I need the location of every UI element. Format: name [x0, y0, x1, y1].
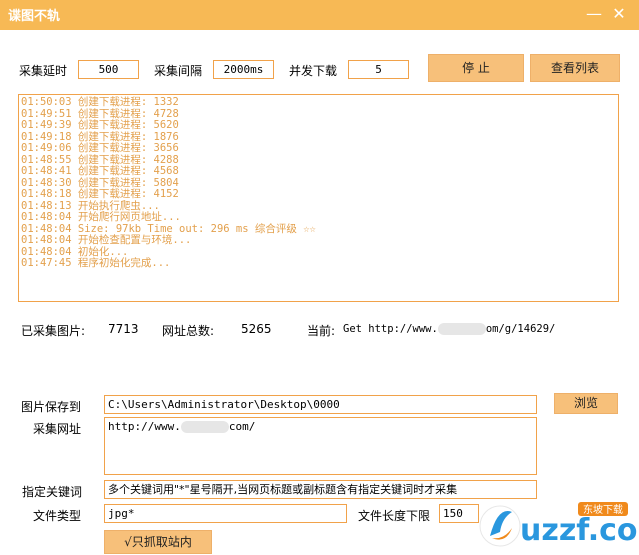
delay-input[interactable]: 500	[78, 60, 139, 79]
logo-badge-text: 东坡下载	[583, 503, 623, 516]
delay-label: 采集延时	[19, 64, 68, 78]
keyword-input[interactable]: 多个关键词用"*"星号隔开,当网页标题或副标题含有指定关键词时才采集	[104, 480, 537, 499]
filelen-label: 文件长度下限	[358, 509, 431, 523]
minimize-button[interactable]: —	[582, 3, 606, 25]
filetype-label: 文件类型	[33, 509, 82, 523]
browse-button[interactable]: 浏览	[554, 393, 618, 414]
filetype-input[interactable]: jpg*	[104, 504, 347, 523]
log-line: 01:48:41 创建下载进程: 4568	[21, 165, 179, 177]
url-total-label: 网址总数:	[162, 324, 215, 338]
url-textarea[interactable]: http://www. com/	[104, 417, 537, 475]
log-line: 01:47:45 程序初始化完成...	[21, 257, 171, 269]
interval-input[interactable]: 2000ms	[213, 60, 274, 79]
keyword-label: 指定关键词	[22, 485, 83, 499]
log-line: 01:48:04 开始爬行网页地址...	[21, 211, 181, 223]
concurrency-input[interactable]: 5	[348, 60, 409, 79]
url-total-value: 5265	[241, 322, 272, 336]
log-line: 01:48:04 开始检查配置与环境...	[21, 234, 192, 246]
view-list-button[interactable]: 查看列表	[530, 54, 620, 82]
title-bar: 谍图不轨 — ✕	[0, 0, 639, 30]
save-path-input[interactable]: C:\Users\Administrator\Desktop\0000	[104, 395, 537, 414]
interval-label: 采集间隔	[154, 64, 203, 78]
url-prefix: http://www.	[108, 420, 181, 433]
current-url: Get http://www. om/g/14629/	[343, 323, 555, 335]
url-suffix: com/	[228, 420, 256, 433]
current-url-suffix: om/g/14629/	[485, 323, 556, 335]
filelen-input[interactable]: 150	[439, 504, 479, 523]
concurrency-label: 并发下载	[289, 64, 338, 78]
url-label: 采集网址	[33, 422, 82, 436]
window-title: 谍图不轨	[8, 9, 61, 24]
log-line: 01:50:03 创建下载进程: 1332	[21, 96, 179, 108]
collected-label: 已采集图片:	[21, 324, 86, 338]
logo-text: uzzf.com	[520, 513, 639, 548]
current-label: 当前:	[307, 324, 336, 338]
log-line: 01:49:39 创建下载进程: 5620	[21, 119, 179, 131]
collected-value: 7713	[108, 322, 139, 336]
current-url-prefix: Get http://www.	[343, 323, 438, 335]
redacted-blur	[180, 421, 229, 433]
log-panel[interactable]: 01:50:03 创建下载进程: 1332 01:49:51 创建下载进程: 47…	[18, 94, 619, 302]
site-only-checkbox-button[interactable]: √只抓取站内	[104, 530, 212, 554]
stop-button[interactable]: 停 止	[428, 54, 524, 82]
close-button[interactable]: ✕	[607, 3, 631, 25]
log-line: 01:49:06 创建下载进程: 3656	[21, 142, 179, 154]
log-line: 01:48:18 创建下载进程: 4152	[21, 188, 179, 200]
save-path-label: 图片保存到	[21, 400, 82, 414]
uzzf-watermark-logo: uzzf.com 东坡下载	[479, 502, 639, 548]
redacted-blur	[437, 323, 486, 335]
